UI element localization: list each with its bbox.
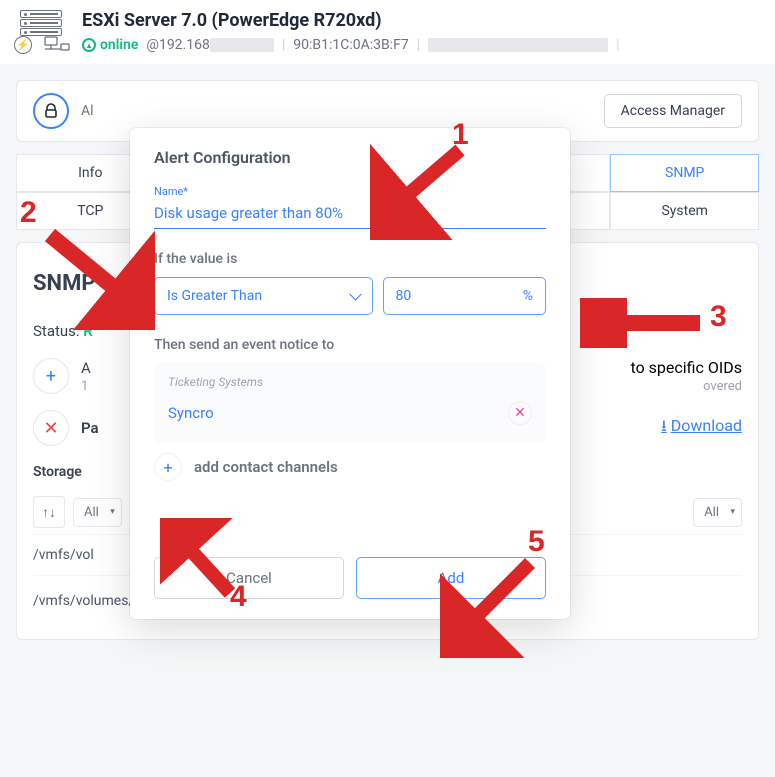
unit-label: %	[523, 288, 533, 304]
server-icon: ⚡	[14, 10, 70, 54]
ip-address: @192.168	[146, 37, 273, 53]
caret-up-icon: ▴	[82, 38, 96, 52]
lock-icon	[33, 93, 69, 129]
status-line: ▴ online @192.168 | 90:B1:1C:0A:3B:F7 | …	[82, 37, 761, 53]
remove-destination-button[interactable]: ✕	[508, 401, 532, 425]
add-button[interactable]: +	[33, 358, 69, 394]
alert-name-input[interactable]	[154, 200, 546, 229]
add-button[interactable]: Add	[356, 557, 546, 599]
page-header: ⚡ ESXi Server 7.0 (PowerEdge R720xd) ▴ o…	[0, 0, 775, 64]
plus-icon: +	[154, 453, 182, 481]
remove-button[interactable]: ✕	[33, 410, 69, 446]
sort-button[interactable]: ↑↓	[33, 496, 65, 528]
destinations-section: Ticketing Systems Syncro ✕	[154, 363, 546, 443]
tab-system[interactable]: System	[610, 192, 759, 230]
alert-config-modal: Alert Configuration Name* If the value i…	[130, 128, 570, 619]
access-manager-button[interactable]: Access Manager	[604, 94, 742, 128]
cancel-button[interactable]: Cancel	[154, 557, 344, 599]
modal-title: Alert Configuration	[154, 148, 546, 167]
storage-filter[interactable]: All	[73, 498, 122, 527]
redacted-mask	[210, 38, 274, 52]
destination-item: Syncro ✕	[168, 397, 532, 439]
mac-address: 90:B1:1C:0A:3B:F7	[293, 37, 408, 53]
size-filter[interactable]: All	[693, 498, 742, 527]
online-badge: ▴ online	[82, 37, 138, 53]
power-icon: ⚡	[14, 36, 32, 54]
add-contact-channels[interactable]: + add contact channels	[154, 443, 546, 487]
if-label: If the value is	[154, 251, 546, 267]
page-title: ESXi Server 7.0 (PowerEdge R720xd)	[82, 10, 761, 31]
comparator-dropdown[interactable]: Is Greater Than	[154, 277, 373, 315]
network-icon	[44, 36, 70, 54]
oid-text: to specific OIDs	[631, 358, 743, 377]
name-label: Name*	[154, 185, 546, 198]
threshold-input[interactable]	[396, 288, 523, 304]
threshold-field[interactable]: %	[383, 277, 547, 315]
then-label: Then send an event notice to	[154, 337, 546, 353]
dest-category: Ticketing Systems	[168, 375, 532, 389]
download-icon: ⭳	[661, 416, 667, 435]
access-text: Al	[81, 103, 592, 119]
tab-snmp[interactable]: SNMP	[610, 154, 759, 192]
redacted-mask	[428, 38, 608, 52]
download-link[interactable]: ⭳Download	[661, 415, 742, 442]
